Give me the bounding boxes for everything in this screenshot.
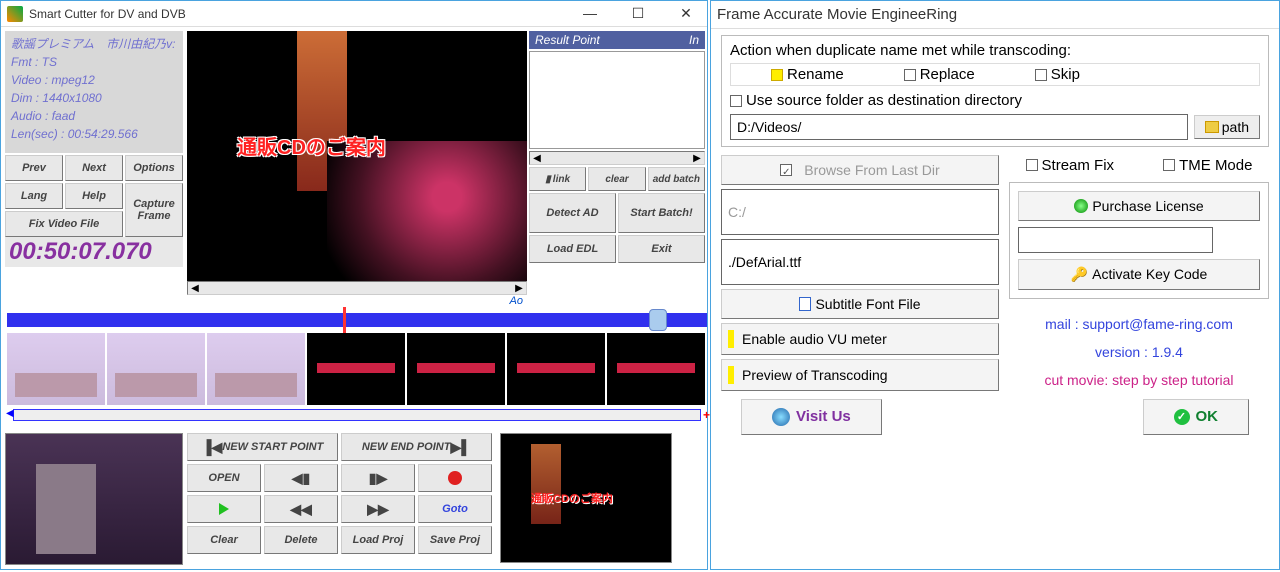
use-source-checkbox[interactable]: Use source folder as destination directo… [730, 92, 1022, 109]
path-browse-button[interactable]: path [1194, 115, 1260, 139]
main-preview[interactable]: 通販CDのご案内 [187, 31, 527, 281]
preview-transcoding-button[interactable]: Preview of Transcoding [721, 359, 999, 391]
media-info-panel: 歌謡プレミアム 市川由紀乃v: Fmt : TS Video : mpeg12 … [5, 31, 183, 153]
forward-button[interactable]: ▶▶ [341, 495, 415, 523]
preview-small[interactable] [5, 433, 183, 565]
stream-fix-checkbox[interactable]: Stream Fix [1026, 157, 1115, 174]
detect-ad-button[interactable]: Detect AD [529, 193, 616, 233]
enable-vu-button[interactable]: Enable audio VU meter [721, 323, 999, 355]
timeline-bar[interactable] [7, 313, 707, 327]
thumbnail[interactable] [607, 333, 705, 405]
next-button[interactable]: Next [65, 155, 123, 181]
exit-button[interactable]: Exit [618, 235, 705, 263]
app-logo [7, 6, 23, 22]
purchase-license-button[interactable]: Purchase License [1018, 191, 1260, 221]
browse-last-dir-checkbox[interactable]: Browse From Last Dir [721, 155, 999, 185]
help-button[interactable]: Help [65, 183, 123, 209]
result-header: Result PointIn [529, 31, 705, 49]
mail-link[interactable]: mail : support@fame-ring.com [1009, 316, 1269, 332]
timeline-handle[interactable] [649, 309, 667, 331]
add-batch-button[interactable]: add batch [648, 167, 705, 191]
track-ruler[interactable] [13, 409, 701, 421]
thumbnail[interactable] [407, 333, 505, 405]
activate-key-button[interactable]: 🔑Activate Key Code [1018, 259, 1260, 290]
window-title-left: Smart Cutter for DV and DVB [29, 7, 575, 21]
step-back-button[interactable]: ◀▮ [264, 464, 338, 492]
font-path-input[interactable] [721, 239, 999, 285]
new-start-point-button[interactable]: ▐◀NEW START POINT [187, 433, 338, 461]
visit-us-button[interactable]: Visit Us [741, 399, 882, 435]
subtitle-font-button[interactable]: Subtitle Font File [721, 289, 999, 319]
new-end-point-button[interactable]: NEW END POINT▶▌ [341, 433, 492, 461]
minimize-button[interactable]: — [575, 5, 605, 22]
folder-icon [1205, 121, 1219, 133]
maximize-button[interactable]: ☐ [623, 5, 653, 22]
key-icon: 🔑 [1071, 266, 1088, 283]
record-button[interactable] [418, 464, 492, 492]
rename-radio[interactable]: Rename [771, 66, 844, 83]
clear-button[interactable]: clear [588, 167, 645, 191]
goto-button[interactable]: Goto [418, 495, 492, 523]
thumbnail-strip[interactable] [5, 331, 709, 407]
result-preview[interactable]: 通販CDのご案内 [500, 433, 672, 563]
result-scrollbar[interactable]: ◀▶ [529, 151, 705, 165]
ok-button[interactable]: ✓OK [1143, 399, 1250, 435]
close-button[interactable]: ✕ [671, 5, 701, 22]
thumbnail[interactable] [307, 333, 405, 405]
dest-path-input[interactable] [730, 114, 1188, 140]
thumbnail[interactable] [207, 333, 305, 405]
globe-icon [772, 408, 790, 426]
tutorial-link[interactable]: cut movie: step by step tutorial [1009, 372, 1269, 388]
replace-radio[interactable]: Replace [904, 66, 975, 83]
tme-mode-checkbox[interactable]: TME Mode [1163, 157, 1252, 174]
lang-button[interactable]: Lang [5, 183, 63, 209]
timecode-display: 00:50:07.070 [5, 237, 183, 267]
save-proj-button[interactable]: Save Proj [418, 526, 492, 554]
action-label: Action when duplicate name met while tra… [730, 42, 1260, 59]
result-list[interactable] [529, 51, 705, 149]
preview-scrollbar[interactable]: ◀▶ [187, 281, 527, 295]
prev-button[interactable]: Prev [5, 155, 63, 181]
delete-button[interactable]: Delete [264, 526, 338, 554]
step-fwd-button[interactable]: ▮▶ [341, 464, 415, 492]
rewind-button[interactable]: ◀◀ [264, 495, 338, 523]
open-button[interactable]: OPEN [187, 464, 261, 492]
capture-frame-button[interactable]: Capture Frame [125, 183, 183, 237]
thumbnail[interactable] [107, 333, 205, 405]
ao-label: Ao [187, 295, 527, 307]
window-title-right: Frame Accurate Movie EngineeRing [717, 6, 1273, 23]
check-icon: ✓ [1174, 409, 1190, 425]
load-edl-button[interactable]: Load EDL [529, 235, 616, 263]
options-button[interactable]: Options [125, 155, 183, 181]
load-proj-button[interactable]: Load Proj [341, 526, 415, 554]
green-dot-icon [1074, 199, 1088, 213]
clear2-button[interactable]: Clear [187, 526, 261, 554]
thumbnail[interactable] [7, 333, 105, 405]
thumbnail[interactable] [507, 333, 605, 405]
license-key-input[interactable] [1018, 227, 1213, 253]
skip-radio[interactable]: Skip [1035, 66, 1080, 83]
c-path-input[interactable] [721, 189, 999, 235]
link-button[interactable]: ▮link [529, 167, 586, 191]
document-icon [799, 297, 811, 311]
fix-video-button[interactable]: Fix Video File [5, 211, 123, 237]
version-label: version : 1.9.4 [1009, 344, 1269, 360]
start-batch-button[interactable]: Start Batch! [618, 193, 705, 233]
play-button[interactable] [187, 495, 261, 523]
